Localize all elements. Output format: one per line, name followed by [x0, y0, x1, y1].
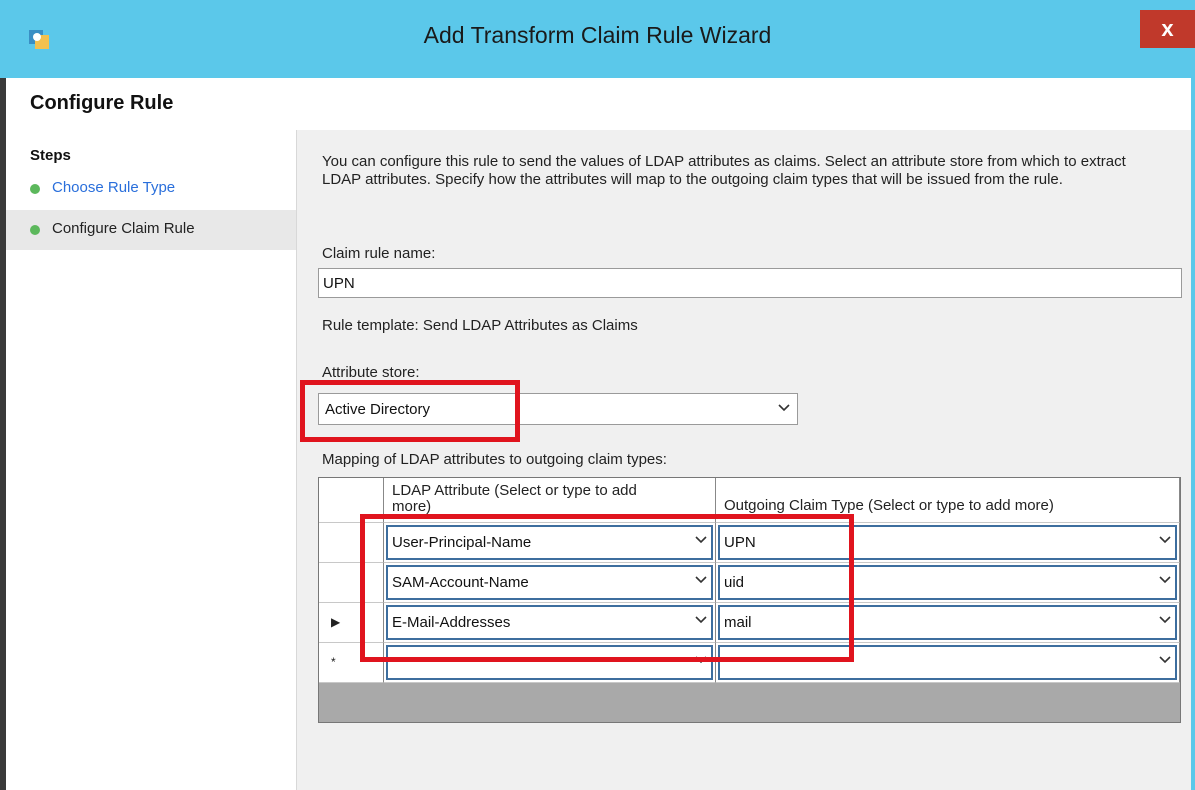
highlight-attribute-store [300, 380, 520, 442]
window-right-edge [1191, 78, 1195, 790]
claim-rule-name-label: Claim rule name: [322, 245, 436, 262]
close-icon: x [1161, 16, 1174, 41]
chevron-down-icon[interactable] [1159, 653, 1171, 670]
step-configure-claim-rule[interactable]: Configure Claim Rule [6, 210, 296, 250]
status-dot-icon [30, 225, 40, 235]
rule-template-text: Rule template: Send LDAP Attributes as C… [322, 317, 638, 334]
chevron-down-icon[interactable] [1159, 533, 1171, 550]
attribute-store-label: Attribute store: [322, 364, 420, 381]
new-row-icon: * [331, 655, 336, 669]
page-header [6, 78, 1191, 131]
current-row-icon: ▶ [331, 615, 341, 629]
page-title: Configure Rule [30, 92, 174, 114]
chevron-down-icon[interactable] [1159, 573, 1171, 590]
description-text: You can configure this rule to send the … [322, 153, 1126, 188]
status-dot-icon [30, 184, 40, 194]
chevron-down-icon[interactable] [777, 396, 791, 423]
highlight-mapping-rows [360, 514, 854, 662]
step-label: Choose Rule Type [52, 179, 176, 196]
steps-heading: Steps [30, 147, 71, 164]
step-choose-rule-type[interactable]: Choose Rule Type [6, 169, 296, 209]
chevron-down-icon[interactable] [1159, 613, 1171, 630]
claim-rule-name-input[interactable]: UPN [318, 268, 1182, 298]
step-label: Configure Claim Rule [52, 220, 195, 237]
close-button[interactable]: x [1140, 10, 1195, 48]
mapping-label: Mapping of LDAP attributes to outgoing c… [322, 451, 667, 468]
window-title: Add Transform Claim Rule Wizard [423, 22, 772, 48]
